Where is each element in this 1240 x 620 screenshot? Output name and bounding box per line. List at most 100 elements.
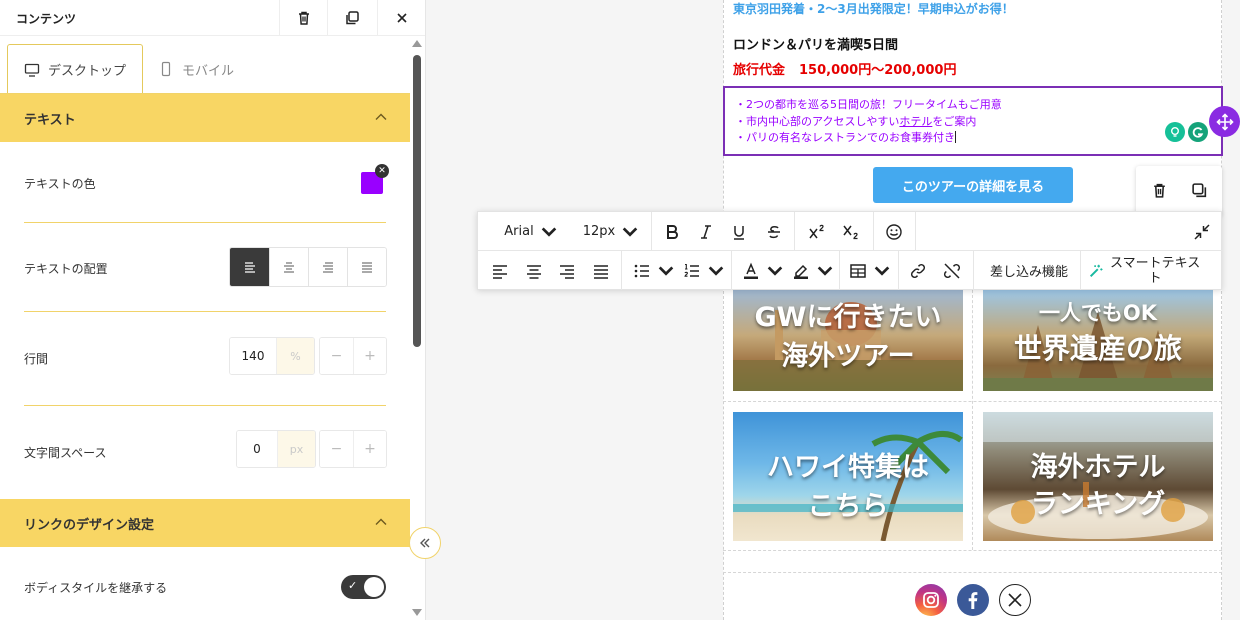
minimize-icon [1194, 223, 1210, 240]
tab-desktop[interactable]: デスクトップ [7, 44, 143, 94]
collapse-panel-button[interactable] [409, 527, 441, 559]
underline-icon [734, 225, 744, 240]
facebook-icon[interactable] [957, 584, 989, 616]
email-price[interactable]: 旅行代金 150,000円〜200,000円 [733, 59, 956, 78]
line-height-decrease-button[interactable]: − [320, 338, 353, 374]
close-button[interactable] [377, 0, 425, 36]
merge-tags-button[interactable]: 差し込み機能 [981, 251, 1077, 290]
tab-mobile[interactable]: モバイル [158, 44, 268, 94]
tile-line-1: 一人でもOK [1038, 301, 1158, 325]
collapse-toolbar-button[interactable] [1190, 212, 1214, 251]
duplicate-button[interactable] [327, 0, 375, 36]
inherit-body-style-toggle[interactable]: ✓ [341, 575, 386, 599]
scrollbar-thumb[interactable] [413, 55, 421, 347]
grid-divider [723, 550, 1222, 551]
email-tour-title[interactable]: ロンドン＆パリを満喫5日間 [733, 34, 898, 53]
divider [24, 222, 386, 223]
close-icon [396, 13, 407, 23]
toolbar-separator [731, 251, 732, 290]
chevron-down-icon [541, 226, 556, 237]
text-color-dropdown[interactable] [740, 251, 786, 290]
toolbar-row-2: 差し込み機能 スマートテキス ト [478, 251, 1223, 290]
toolbar-separator [873, 212, 874, 251]
bullet-text: ・市内中心部のアクセスしやすい [735, 114, 900, 128]
x-twitter-icon[interactable] [999, 584, 1031, 616]
smart-text-label-line-2: ト [1148, 270, 1162, 286]
delete-button[interactable] [279, 0, 327, 36]
hawaii-feature-banner[interactable]: ハワイ特集は こちら [733, 412, 963, 541]
line-height-unit: % [276, 338, 314, 374]
align-center-icon [527, 264, 541, 279]
scroll-down-arrow[interactable] [412, 609, 422, 616]
bold-button[interactable] [660, 212, 684, 251]
panel-title: コンテンツ [16, 12, 77, 26]
toolbar-separator [839, 251, 840, 290]
superscript-button[interactable] [804, 212, 830, 251]
grammarly-glyph-icon [1192, 126, 1204, 138]
link-section-header[interactable]: リンクのデザイン設定 [0, 499, 410, 547]
line-height-input[interactable] [230, 338, 276, 374]
panel-header: コンテンツ [0, 0, 425, 36]
highlight-color-dropdown[interactable] [790, 251, 836, 290]
smart-text-button[interactable]: スマートテキス ト [1088, 251, 1216, 290]
underline-button[interactable] [727, 212, 751, 251]
tour-details-button[interactable]: このツアーの詳細を見る [873, 167, 1073, 203]
letter-spacing-increase-button[interactable]: + [353, 431, 386, 467]
align-center-button[interactable] [522, 251, 546, 290]
duplicate-icon [345, 11, 359, 25]
align-right-button[interactable] [308, 248, 347, 286]
align-justify-button[interactable] [347, 248, 386, 286]
facebook-glyph-icon [968, 592, 978, 609]
lightbulb-glyph-icon [1170, 127, 1179, 137]
font-family-dropdown[interactable]: Arial [500, 212, 562, 251]
insert-link-button[interactable] [905, 251, 931, 290]
selected-text-block[interactable]: ・2つの都市を巡る5日間の旅！フリータイムもご用意 ・市内中心部のアクセスしやす… [723, 86, 1223, 156]
text-section-title: テキスト [24, 112, 76, 128]
chevron-down-icon [622, 226, 638, 237]
grid-divider [972, 290, 973, 550]
align-justify-button[interactable] [589, 251, 613, 290]
align-center-button[interactable] [269, 248, 308, 286]
align-right-button[interactable] [555, 251, 579, 290]
strikethrough-button[interactable] [762, 212, 786, 251]
emoji-button[interactable] [881, 212, 907, 251]
gw-tour-banner[interactable]: GWに行きたい 海外ツアー [733, 290, 963, 391]
duplicate-block-button[interactable] [1188, 179, 1210, 201]
email-headline[interactable]: 東京羽田発着・2〜3月出発限定！早期申込がお得！ [733, 0, 1014, 17]
heritage-tour-banner[interactable]: 一人でもOK 世界遺産の旅 [983, 290, 1213, 391]
letter-spacing-stepper: − + [319, 430, 387, 468]
hotel-ranking-banner[interactable]: 海外ホテル ランキング [983, 412, 1213, 541]
align-center-icon [284, 262, 294, 273]
lightbulb-icon[interactable] [1164, 122, 1185, 142]
letter-spacing-decrease-button[interactable]: − [320, 431, 353, 467]
table-dropdown[interactable] [848, 251, 892, 290]
instagram-icon[interactable] [915, 584, 947, 616]
bullet-list-dropdown[interactable] [632, 251, 676, 290]
grammarly-icon[interactable] [1187, 122, 1208, 142]
italic-button[interactable] [694, 212, 718, 251]
move-handle[interactable] [1209, 106, 1240, 137]
merge-tags-label: 差し込み機能 [989, 265, 1068, 280]
scroll-up-arrow[interactable] [412, 40, 422, 47]
chevron-down-icon [767, 265, 783, 276]
text-section-header[interactable]: テキスト [0, 94, 410, 142]
font-size-dropdown[interactable]: 12px [580, 212, 642, 251]
block-actions [1136, 166, 1222, 216]
text-color-label: テキストの色 [24, 177, 96, 191]
numbered-list-dropdown[interactable] [682, 251, 726, 290]
chevron-down-icon [658, 265, 674, 276]
hotel-link[interactable]: ホテル [899, 115, 932, 128]
bullet-item: ・パリの有名なレストランでのお食事券付き [735, 130, 1221, 147]
align-left-button[interactable] [230, 248, 269, 286]
delete-block-button[interactable] [1148, 179, 1170, 201]
align-left-button[interactable] [488, 251, 512, 290]
line-height-increase-button[interactable]: + [353, 338, 386, 374]
x-glyph-icon [1008, 593, 1022, 607]
subscript-button[interactable] [838, 212, 864, 251]
line-height-stepper: − + [319, 337, 387, 375]
line-height-field: % [229, 337, 315, 375]
clear-color-icon[interactable]: ✕ [375, 164, 389, 178]
tile-line-1: GWに行きたい [754, 302, 942, 333]
letter-spacing-input[interactable] [237, 431, 277, 467]
remove-link-button[interactable] [939, 251, 965, 290]
